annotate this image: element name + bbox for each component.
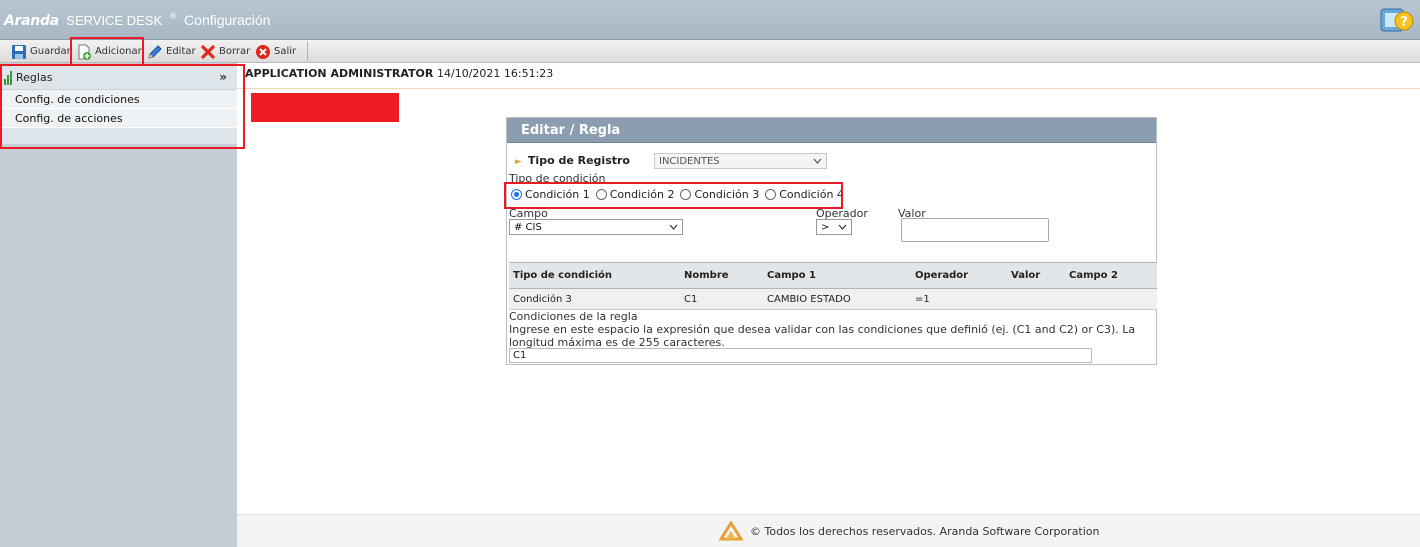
chevron-down-icon [838, 224, 847, 230]
record-type-select[interactable]: INCIDENTES [654, 153, 827, 169]
col-header-tipo[interactable]: Tipo de condición [509, 262, 680, 289]
app-title: Aranda SERVICE DESK ® Configuración [4, 12, 270, 29]
radio-condicion-2[interactable]: Condición 2 [595, 188, 675, 201]
sidebar-title: Reglas [16, 71, 53, 84]
sidebar-item-config-acciones[interactable]: Config. de acciones [0, 109, 237, 128]
delete-button[interactable]: Borrar [198, 41, 252, 62]
cell-nombre: C1 [680, 288, 763, 310]
radio-button[interactable] [511, 189, 522, 200]
radio-button[interactable] [595, 189, 607, 200]
copyright-text: © Todos los derechos reservados. Aranda … [750, 525, 1100, 538]
record-type-label-text: Tipo de Registro [527, 154, 630, 167]
radio-button[interactable] [680, 189, 692, 200]
help-question-icon[interactable]: ? [1378, 3, 1414, 37]
main-content: APPLICATION ADMINISTRATOR 14/10/2021 16:… [237, 63, 1420, 547]
exit-circle-icon [256, 44, 270, 59]
product-name: SERVICE DESK [66, 13, 163, 28]
add-document-icon [78, 44, 91, 60]
cell-valor [1007, 288, 1065, 310]
radio-label: Condición 4 [779, 188, 844, 201]
col-header-campo1[interactable]: Campo 1 [763, 262, 911, 289]
exit-button[interactable]: Salir [253, 41, 298, 62]
field-select-value: # CIS [514, 221, 542, 233]
add-button-label: Adicionar [95, 46, 142, 57]
delete-button-label: Borrar [219, 46, 251, 57]
session-datetime: 14/10/2021 16:51:23 [437, 67, 554, 80]
cell-tipo: Condición 3 [509, 288, 680, 310]
col-header-valor[interactable]: Valor [1007, 262, 1065, 289]
table-row[interactable]: Condición 3 C1 CAMBIO ESTADO =1 [509, 288, 1157, 310]
save-button-label: Guardar [30, 46, 71, 57]
col-header-nombre[interactable]: Nombre [680, 262, 763, 289]
condition-type-radio-group: Condición 1 Condición 2 Condición 3 Cond… [511, 188, 844, 201]
col-header-campo2[interactable]: Campo 2 [1065, 262, 1157, 289]
operator-select[interactable]: > [816, 219, 852, 235]
rule-conditions-label: Condiciones de la regla [509, 310, 638, 323]
app-header: Aranda SERVICE DESK ® Configuración ? [0, 0, 1420, 40]
toolbar: Guardar Adicionar Editar Borrar Salir [0, 40, 1420, 63]
bullet-arrow-icon: ► [515, 157, 522, 167]
radio-button[interactable] [765, 189, 777, 200]
pencil-icon [148, 44, 162, 59]
toolbar-divider [307, 42, 308, 61]
table-header-row: Tipo de condición Nombre Campo 1 Operado… [509, 262, 1157, 289]
radio-label: Condición 1 [525, 188, 590, 201]
edit-button-label: Editar [166, 46, 196, 57]
record-type-value: INCIDENTES [659, 155, 720, 167]
record-type-label: ► Tipo de Registro [515, 154, 630, 167]
registered-mark: ® [168, 12, 178, 22]
radio-condicion-1[interactable]: Condición 1 [511, 188, 590, 201]
rule-conditions-help: Ingrese en este espacio la expresión que… [509, 323, 1136, 349]
exit-button-label: Salir [274, 46, 297, 57]
operator-select-value: > [821, 221, 830, 233]
footer: © Todos los derechos reservados. Aranda … [237, 514, 1420, 547]
conditions-table: Tipo de condición Nombre Campo 1 Operado… [509, 262, 1157, 310]
sidebar: Reglas » Config. de condiciones Config. … [0, 63, 237, 547]
radio-condicion-3[interactable]: Condición 3 [680, 188, 759, 201]
collapse-chevron-icon[interactable]: » [219, 70, 227, 84]
edit-rule-panel: Editar / Regla ► Tipo de Registro INCIDEN… [506, 117, 1157, 365]
add-button[interactable]: Adicionar [74, 41, 144, 62]
module-name: Configuración [184, 12, 271, 28]
panel-title: Editar / Regla [507, 118, 1156, 143]
field-select[interactable]: # CIS [509, 219, 683, 235]
condition-type-label: Tipo de condición [509, 172, 606, 185]
sidebar-item-config-condiciones[interactable]: Config. de condiciones [0, 90, 237, 109]
delete-x-icon [201, 44, 215, 59]
radio-condicion-4[interactable]: Condición 4 [765, 188, 844, 201]
user-name: APPLICATION ADMINISTRATOR [245, 67, 434, 80]
cell-campo2 [1065, 288, 1157, 310]
floppy-disk-icon [12, 44, 26, 59]
rule-conditions-input[interactable]: C1 [509, 348, 1092, 363]
chevron-down-icon [669, 224, 678, 230]
bar-chart-icon [4, 70, 12, 85]
radio-label: Condición 2 [609, 188, 675, 201]
value-input[interactable] [901, 218, 1049, 242]
save-button[interactable]: Guardar [9, 41, 73, 62]
brand-name: Aranda [4, 13, 59, 29]
chevron-down-icon [813, 158, 822, 164]
aranda-logo-icon [719, 521, 744, 541]
cell-campo1: CAMBIO ESTADO [763, 288, 911, 310]
redacted-block [251, 93, 399, 122]
col-header-operador[interactable]: Operador [911, 262, 1007, 289]
cell-operador: =1 [911, 288, 1007, 310]
user-bar: APPLICATION ADMINISTRATOR 14/10/2021 16:… [237, 63, 1420, 89]
sidebar-menu: Config. de condiciones Config. de accion… [0, 90, 237, 128]
svg-text:?: ? [1400, 15, 1408, 30]
sidebar-header[interactable]: Reglas » [0, 66, 237, 90]
radio-label: Condición 3 [694, 188, 760, 201]
edit-button[interactable]: Editar [145, 41, 198, 62]
sidebar-padding [0, 128, 237, 144]
